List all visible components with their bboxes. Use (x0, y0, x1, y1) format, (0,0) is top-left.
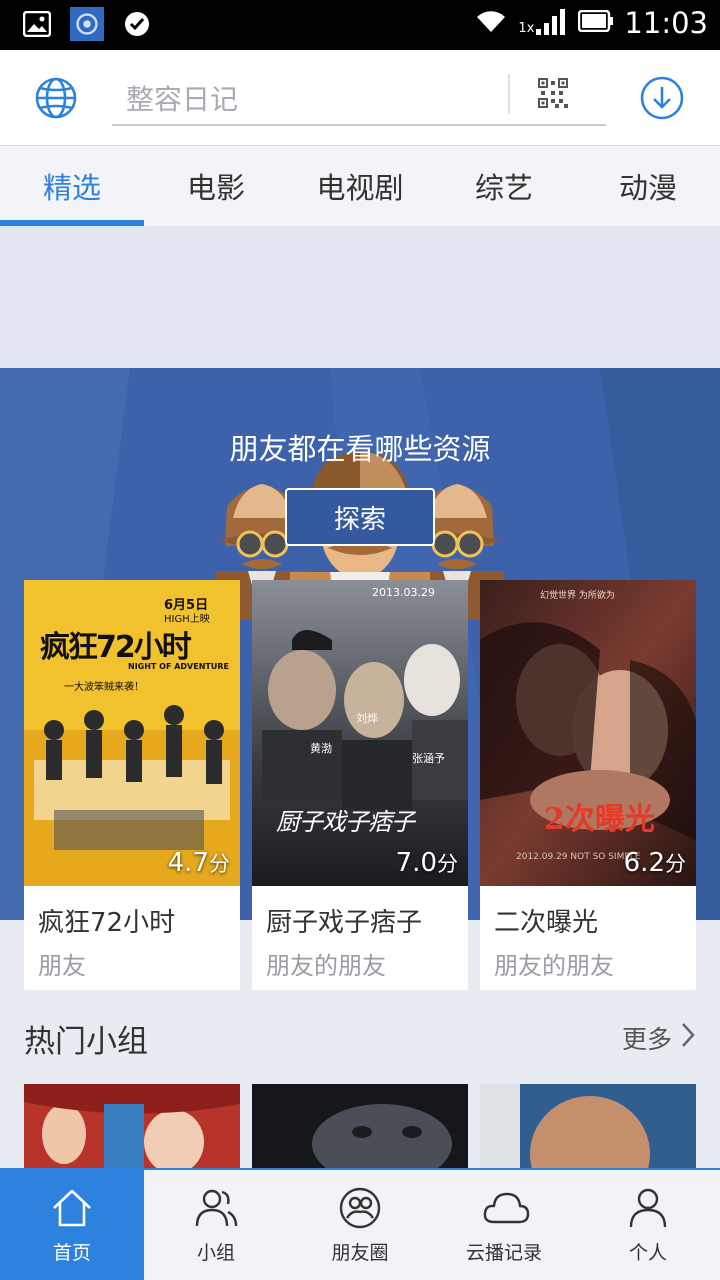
movie-card[interactable]: 2013.03.29 黄渤 刘烨 张涵予 厨子戏子痞子 7.0分 厨子戏子痞子 … (252, 580, 468, 990)
tab-variety[interactable]: 综艺 (432, 146, 576, 226)
movie-card[interactable]: 疯狂72小时 6月5日 HIGH上映 NIGHT OF ADVENTURE 一大… (24, 580, 240, 990)
poster-tagline: 幻觉世界 为所欲为 (540, 591, 615, 601)
search-divider (508, 74, 510, 114)
nav-profile[interactable]: 个人 (576, 1170, 720, 1280)
chevron-right-icon (680, 1021, 696, 1055)
poster-english: NIGHT OF ADVENTURE (128, 662, 229, 671)
more-label: 更多 (621, 1025, 672, 1054)
download-icon[interactable] (640, 76, 684, 120)
status-time: 11:03 (624, 6, 708, 40)
wifi-icon (474, 8, 508, 38)
poster-tagline: 一大波笨贼来袭！ (64, 682, 144, 693)
hero-title: 朋友都在看哪些资源 (229, 432, 491, 466)
nav-label: 云播记录 (465, 1242, 542, 1264)
cloud-icon (482, 1186, 530, 1230)
movie-title: 厨子戏子痞子 (266, 908, 423, 938)
poster-title: 疯狂72小时 (40, 630, 192, 665)
tab-tv-series[interactable]: 电视剧 (288, 146, 432, 226)
bottom-navigation: 首页 小组 朋友圈 云播记录 个人 (0, 1168, 720, 1280)
image-icon (20, 7, 54, 41)
movie-poster[interactable]: 2013.03.29 黄渤 刘烨 张涵予 厨子戏子痞子 7.0分 (252, 580, 468, 886)
poster-date: 2012.09.29 NOT SO SIMPLE (516, 852, 641, 862)
nav-label: 个人 (628, 1242, 667, 1264)
hot-groups-title: 热门小组 (24, 1024, 148, 1060)
movie-card[interactable]: 幻觉世界 为所欲为 2次曝光 2012.09.29 NOT SO SIMPLE … (480, 580, 696, 990)
movie-source: 朋友的朋友 (266, 952, 386, 980)
signal-icon: 1x (518, 7, 568, 39)
more-link[interactable]: 更多 (622, 1020, 696, 1056)
poster-cast-2: 刘烨 (356, 712, 378, 725)
movie-score: 4.7分 (167, 848, 230, 878)
nav-cloud-history[interactable]: 云播记录 (432, 1170, 576, 1280)
globe-icon[interactable] (32, 74, 80, 122)
nav-groups[interactable]: 小组 (144, 1170, 288, 1280)
category-tabs: 精选 电影 电视剧 综艺 动漫 (0, 146, 720, 226)
search-box[interactable] (112, 74, 606, 126)
home-icon (50, 1186, 94, 1230)
poster-date: 2013.03.29 (372, 586, 435, 599)
tab-anime[interactable]: 动漫 (576, 146, 720, 226)
tab-movies[interactable]: 电影 (144, 146, 288, 226)
check-icon (120, 7, 154, 41)
friends-circle-icon (338, 1186, 382, 1230)
nav-friends-circle[interactable]: 朋友圈 (288, 1170, 432, 1280)
poster-title: 厨子戏子痞子 (276, 808, 415, 836)
qr-code-icon[interactable] (538, 78, 570, 110)
poster-title: 2次曝光 (544, 802, 655, 837)
status-bar: 1x 11:03 (0, 0, 720, 50)
movie-title: 疯狂72小时 (38, 908, 176, 938)
movie-poster[interactable]: 幻觉世界 为所欲为 2次曝光 2012.09.29 NOT SO SIMPLE … (480, 580, 696, 886)
explore-button[interactable]: 探索 (285, 488, 435, 546)
movie-title: 二次曝光 (494, 908, 599, 938)
tab-featured[interactable]: 精选 (0, 146, 144, 226)
nav-label: 朋友圈 (331, 1242, 389, 1264)
nav-label: 首页 (52, 1242, 91, 1264)
signal-label: 1x (518, 21, 535, 36)
poster-cast-3: 张涵予 (412, 752, 445, 765)
nav-home[interactable]: 首页 (0, 1170, 144, 1280)
poster-cast-1: 黄渤 (310, 742, 332, 755)
group-thumbnail[interactable] (24, 1084, 240, 1168)
nav-label: 小组 (196, 1242, 235, 1264)
hot-groups-list (24, 1084, 696, 1168)
group-thumbnail[interactable] (252, 1084, 468, 1168)
movie-score: 6.2分 (623, 848, 686, 878)
battery-icon (578, 9, 614, 36)
movie-source: 朋友 (38, 952, 86, 980)
group-icon (194, 1186, 238, 1230)
group-thumbnail[interactable] (480, 1084, 696, 1168)
app-icon (70, 7, 104, 41)
movie-source: 朋友的朋友 (494, 952, 614, 980)
poster-release: HIGH上映 (164, 614, 210, 625)
movie-recommendations: 疯狂72小时 6月5日 HIGH上映 NIGHT OF ADVENTURE 一大… (24, 580, 696, 990)
movie-score: 7.0分 (395, 848, 458, 878)
search-header (0, 50, 720, 146)
person-icon (626, 1186, 670, 1230)
search-input[interactable] (126, 78, 506, 120)
movie-poster[interactable]: 疯狂72小时 6月5日 HIGH上映 NIGHT OF ADVENTURE 一大… (24, 580, 240, 886)
